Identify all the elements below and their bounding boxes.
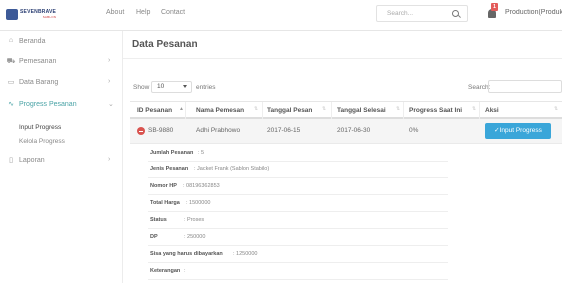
sort-icon[interactable]: ⇅ xyxy=(396,106,400,112)
chevron-right-icon: › xyxy=(108,78,111,85)
th-aksi: Aksi xyxy=(485,107,499,114)
nav-help[interactable]: Help xyxy=(136,9,150,16)
sort-icon[interactable]: ⇅ xyxy=(554,106,558,112)
sort-icon[interactable]: ⇅ xyxy=(322,106,326,112)
table-row[interactable]: SB-9880 Adhi Prabhowo 2017-06-15 2017-06… xyxy=(130,119,562,144)
sidebar-subitem-input-progress[interactable]: Input Progress xyxy=(19,124,61,131)
column-separator xyxy=(185,102,186,120)
top-bar: SEVENBRAVE SABLON About Help Contact Sea… xyxy=(0,0,562,31)
sidebar-subitem-kelola-progress[interactable]: Kelola Progress xyxy=(19,138,65,145)
collapse-icon[interactable] xyxy=(137,127,145,135)
sidebar-item-pemesanan[interactable]: ⛟ Pemesanan › xyxy=(0,56,123,70)
divider xyxy=(123,58,562,59)
notification-badge: 1 xyxy=(491,3,498,11)
nav-contact[interactable]: Contact xyxy=(161,9,185,16)
th-tanggal-selesai[interactable]: Tanggal Selesai xyxy=(337,107,386,114)
table-header: ID Pesanan ▲ Nama Pemesan ⇅ Tanggal Pesa… xyxy=(130,101,562,120)
detail-jumlah-pesanan: Jumlah Pesanan : 5 xyxy=(148,146,448,162)
cell-tgl-pesan: 2017-06-15 xyxy=(267,127,301,134)
entries-label: entries xyxy=(196,84,216,91)
th-id-pesanan[interactable]: ID Pesanan xyxy=(137,107,172,114)
cell-nama: Adhi Prabhowo xyxy=(196,127,241,134)
show-label: Show xyxy=(133,84,150,91)
search-input[interactable]: Search... xyxy=(376,5,468,22)
sidebar: ⌂ Beranda ⛟ Pemesanan › ▭ Data Barang › … xyxy=(0,31,123,283)
cell-id: SB-9880 xyxy=(148,127,174,134)
activity-icon: ∿ xyxy=(8,101,14,108)
sidebar-item-laporan[interactable]: ▯ Laporan › xyxy=(0,155,123,169)
row-detail: Jumlah Pesanan : 5 Jenis Pesanan : Jacke… xyxy=(130,144,562,283)
calendar-icon: ▭ xyxy=(7,79,15,86)
entries-select[interactable]: 10 xyxy=(151,81,192,93)
brand-name: SEVENBRAVE SABLON xyxy=(20,8,57,19)
chevron-right-icon: › xyxy=(108,156,111,163)
cell-tgl-selesai: 2017-06-30 xyxy=(337,127,371,134)
detail-total-harga: Total Harga : 1500000 xyxy=(148,196,448,212)
th-tanggal-pesan[interactable]: Tanggal Pesan xyxy=(267,107,312,114)
sidebar-item-data-barang[interactable]: ▭ Data Barang › xyxy=(0,77,123,91)
detail-status: Status : Proses xyxy=(148,213,448,229)
detail-nomor-hp: Nomor HP : 08196362853 xyxy=(148,179,448,195)
th-progress[interactable]: Progress Saat Ini xyxy=(409,107,462,114)
bookmark-icon: ▯ xyxy=(9,157,13,164)
cart-icon: ⛟ xyxy=(6,58,16,65)
page-title: Data Pesanan xyxy=(132,39,198,50)
chevron-right-icon: › xyxy=(108,57,111,64)
detail-keterangan: Keterangan : xyxy=(148,264,448,280)
th-nama-pemesan[interactable]: Nama Pemesan xyxy=(196,107,244,114)
input-progress-button[interactable]: ✓Input Progress xyxy=(485,123,551,139)
column-separator xyxy=(403,102,404,120)
chevron-down-icon: ⌄ xyxy=(108,101,114,108)
sort-asc-icon[interactable]: ▲ xyxy=(179,106,184,112)
search-placeholder: Search... xyxy=(387,10,414,17)
column-separator xyxy=(479,102,480,120)
sort-icon[interactable]: ⇅ xyxy=(254,106,258,112)
column-separator xyxy=(331,102,332,120)
table-search-input[interactable] xyxy=(488,80,562,93)
sort-icon[interactable]: ⇅ xyxy=(472,106,476,112)
brand-logo[interactable]: SEVENBRAVE SABLON xyxy=(6,8,66,21)
cell-progress: 0% xyxy=(409,127,419,134)
sidebar-item-progress-pesanan[interactable]: ∿ Progress Pesanan ⌄ xyxy=(0,99,123,113)
home-icon: ⌂ xyxy=(8,37,14,44)
user-menu[interactable]: Production(Produksi) xyxy=(505,9,562,16)
detail-jenis-pesanan: Jenis Pesanan : Jacket Frank (Sablon Sta… xyxy=(148,162,448,178)
search-icon[interactable] xyxy=(452,10,459,17)
logo-icon xyxy=(6,9,18,20)
column-separator xyxy=(262,102,263,120)
nav-about[interactable]: About xyxy=(106,9,124,16)
caret-down-icon xyxy=(183,85,187,88)
sidebar-item-beranda[interactable]: ⌂ Beranda xyxy=(0,36,123,50)
detail-sisa-bayar: Sisa yang harus dibayarkan : 1250000 xyxy=(148,247,448,263)
detail-dp: DP : 250000 xyxy=(148,230,448,246)
